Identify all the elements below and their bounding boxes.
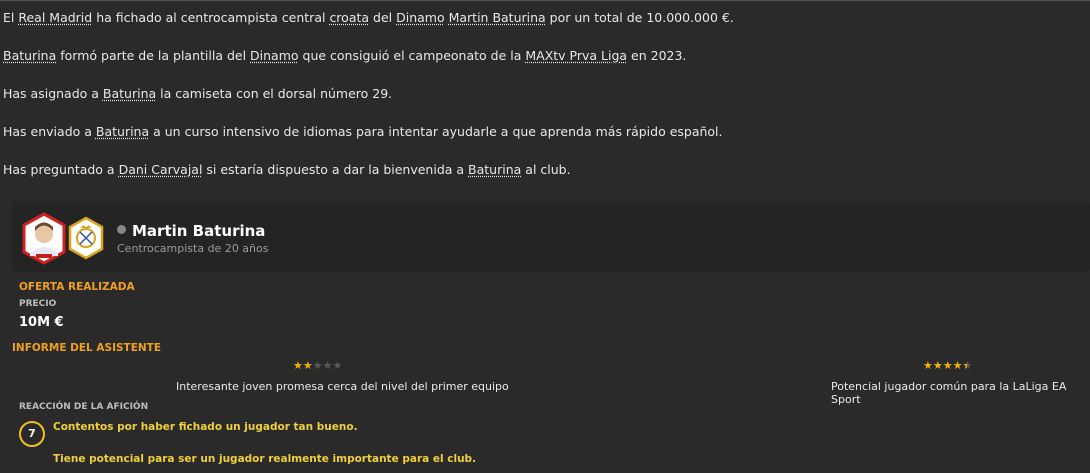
player-link-baturina[interactable]: Baturina — [96, 124, 149, 139]
star-icon: ★ — [312, 359, 323, 372]
news-text: ha fichado al centrocampista central — [92, 10, 330, 25]
news-text: Has preguntado a — [3, 162, 119, 177]
news-text: Has asignado a — [3, 86, 103, 101]
news-text: por un total de 10.000.000 €. — [545, 10, 734, 25]
news-text: formó parte de la plantilla del — [56, 48, 251, 63]
star-icon: ★ — [942, 359, 953, 372]
news-list: El Real Madrid ha fichado al centrocampi… — [3, 10, 1083, 200]
league-link[interactable]: MAXtv Prva Liga — [525, 48, 627, 63]
offer-heading: OFERTA REALIZADA — [19, 281, 135, 293]
news-text: al club. — [521, 162, 571, 177]
news-text: que consiguió el campeonato de la — [298, 48, 526, 63]
player-link-baturina[interactable]: Baturina — [3, 48, 56, 63]
price-label: PRECIO — [19, 299, 57, 309]
player-subtitle: Centrocampista de 20 años — [117, 242, 269, 255]
club-crest-icon — [68, 216, 104, 260]
news-item: Has enviado a Baturina a un curso intens… — [3, 124, 1083, 140]
star-icon: ★ — [923, 359, 933, 372]
news-item: Has asignado a Baturina la camiseta con … — [3, 86, 1083, 102]
player-link-carvajal[interactable]: Dani Carvajal — [119, 162, 203, 177]
current-ability-stars: ★★★★★ — [293, 359, 342, 372]
person-icon — [117, 225, 126, 234]
price-value: 10M € — [19, 315, 64, 330]
star-icon: ★ — [293, 359, 303, 372]
player-portrait-icon — [22, 212, 66, 265]
fan-score-badge: 7 — [19, 421, 45, 447]
player-name[interactable]: Martin Baturina — [117, 222, 265, 240]
star-icon: ★ — [302, 359, 313, 372]
player-link-baturina[interactable]: Baturina — [103, 86, 156, 101]
player-name-text: Martin Baturina — [132, 222, 266, 240]
player-link-baturina[interactable]: Baturina — [468, 162, 521, 177]
current-ability-text: Interesante joven promesa cerca del nive… — [176, 380, 509, 393]
half-star-icon: ★★ — [962, 359, 973, 372]
fan-reaction-text: Contentos por haber fichado un jugador t… — [53, 421, 358, 433]
news-text: la camiseta con el dorsal número 29. — [156, 86, 393, 101]
news-text: Has enviado a — [3, 124, 96, 139]
fan-reaction-label: REACCIÓN DE LA AFICIÓN — [19, 402, 149, 412]
news-text: del — [369, 10, 397, 25]
club-link-real-madrid[interactable]: Real Madrid — [18, 10, 92, 25]
news-text: El — [3, 10, 19, 25]
star-icon: ★ — [932, 359, 943, 372]
star-icon: ★ — [952, 359, 963, 372]
fan-reaction-text: Tiene potencial para ser un jugador real… — [53, 453, 477, 465]
player-badge — [22, 212, 104, 265]
news-item: Has preguntado a Dani Carvajal si estarí… — [3, 162, 1083, 178]
star-icon: ★ — [332, 359, 343, 372]
potential-ability-text: Potencial jugador común para la LaLiga E… — [831, 380, 1067, 406]
assistant-report-heading: INFORME DEL ASISTENTE — [12, 342, 162, 354]
player-card[interactable]: Martin Baturina Centrocampista de 20 año… — [12, 201, 1090, 272]
news-text: si estaría dispuesto a dar la bienvenida… — [202, 162, 469, 177]
player-link-baturina[interactable]: Martin Baturina — [449, 10, 546, 25]
club-link-dinamo[interactable]: Dinamo — [250, 48, 299, 63]
nation-link-croatia[interactable]: croata — [329, 10, 369, 25]
top-divider — [0, 0, 1090, 1]
news-text: a un curso intensivo de idiomas para int… — [149, 124, 723, 139]
news-item: El Real Madrid ha fichado al centrocampi… — [3, 10, 1083, 26]
club-link-dinamo[interactable]: Dinamo — [396, 10, 445, 25]
potential-ability-stars: ★★★★★★ — [923, 359, 972, 372]
star-icon: ★ — [322, 359, 333, 372]
news-item: Baturina formó parte de la plantilla del… — [3, 48, 1083, 64]
news-text: en 2023. — [627, 48, 687, 63]
